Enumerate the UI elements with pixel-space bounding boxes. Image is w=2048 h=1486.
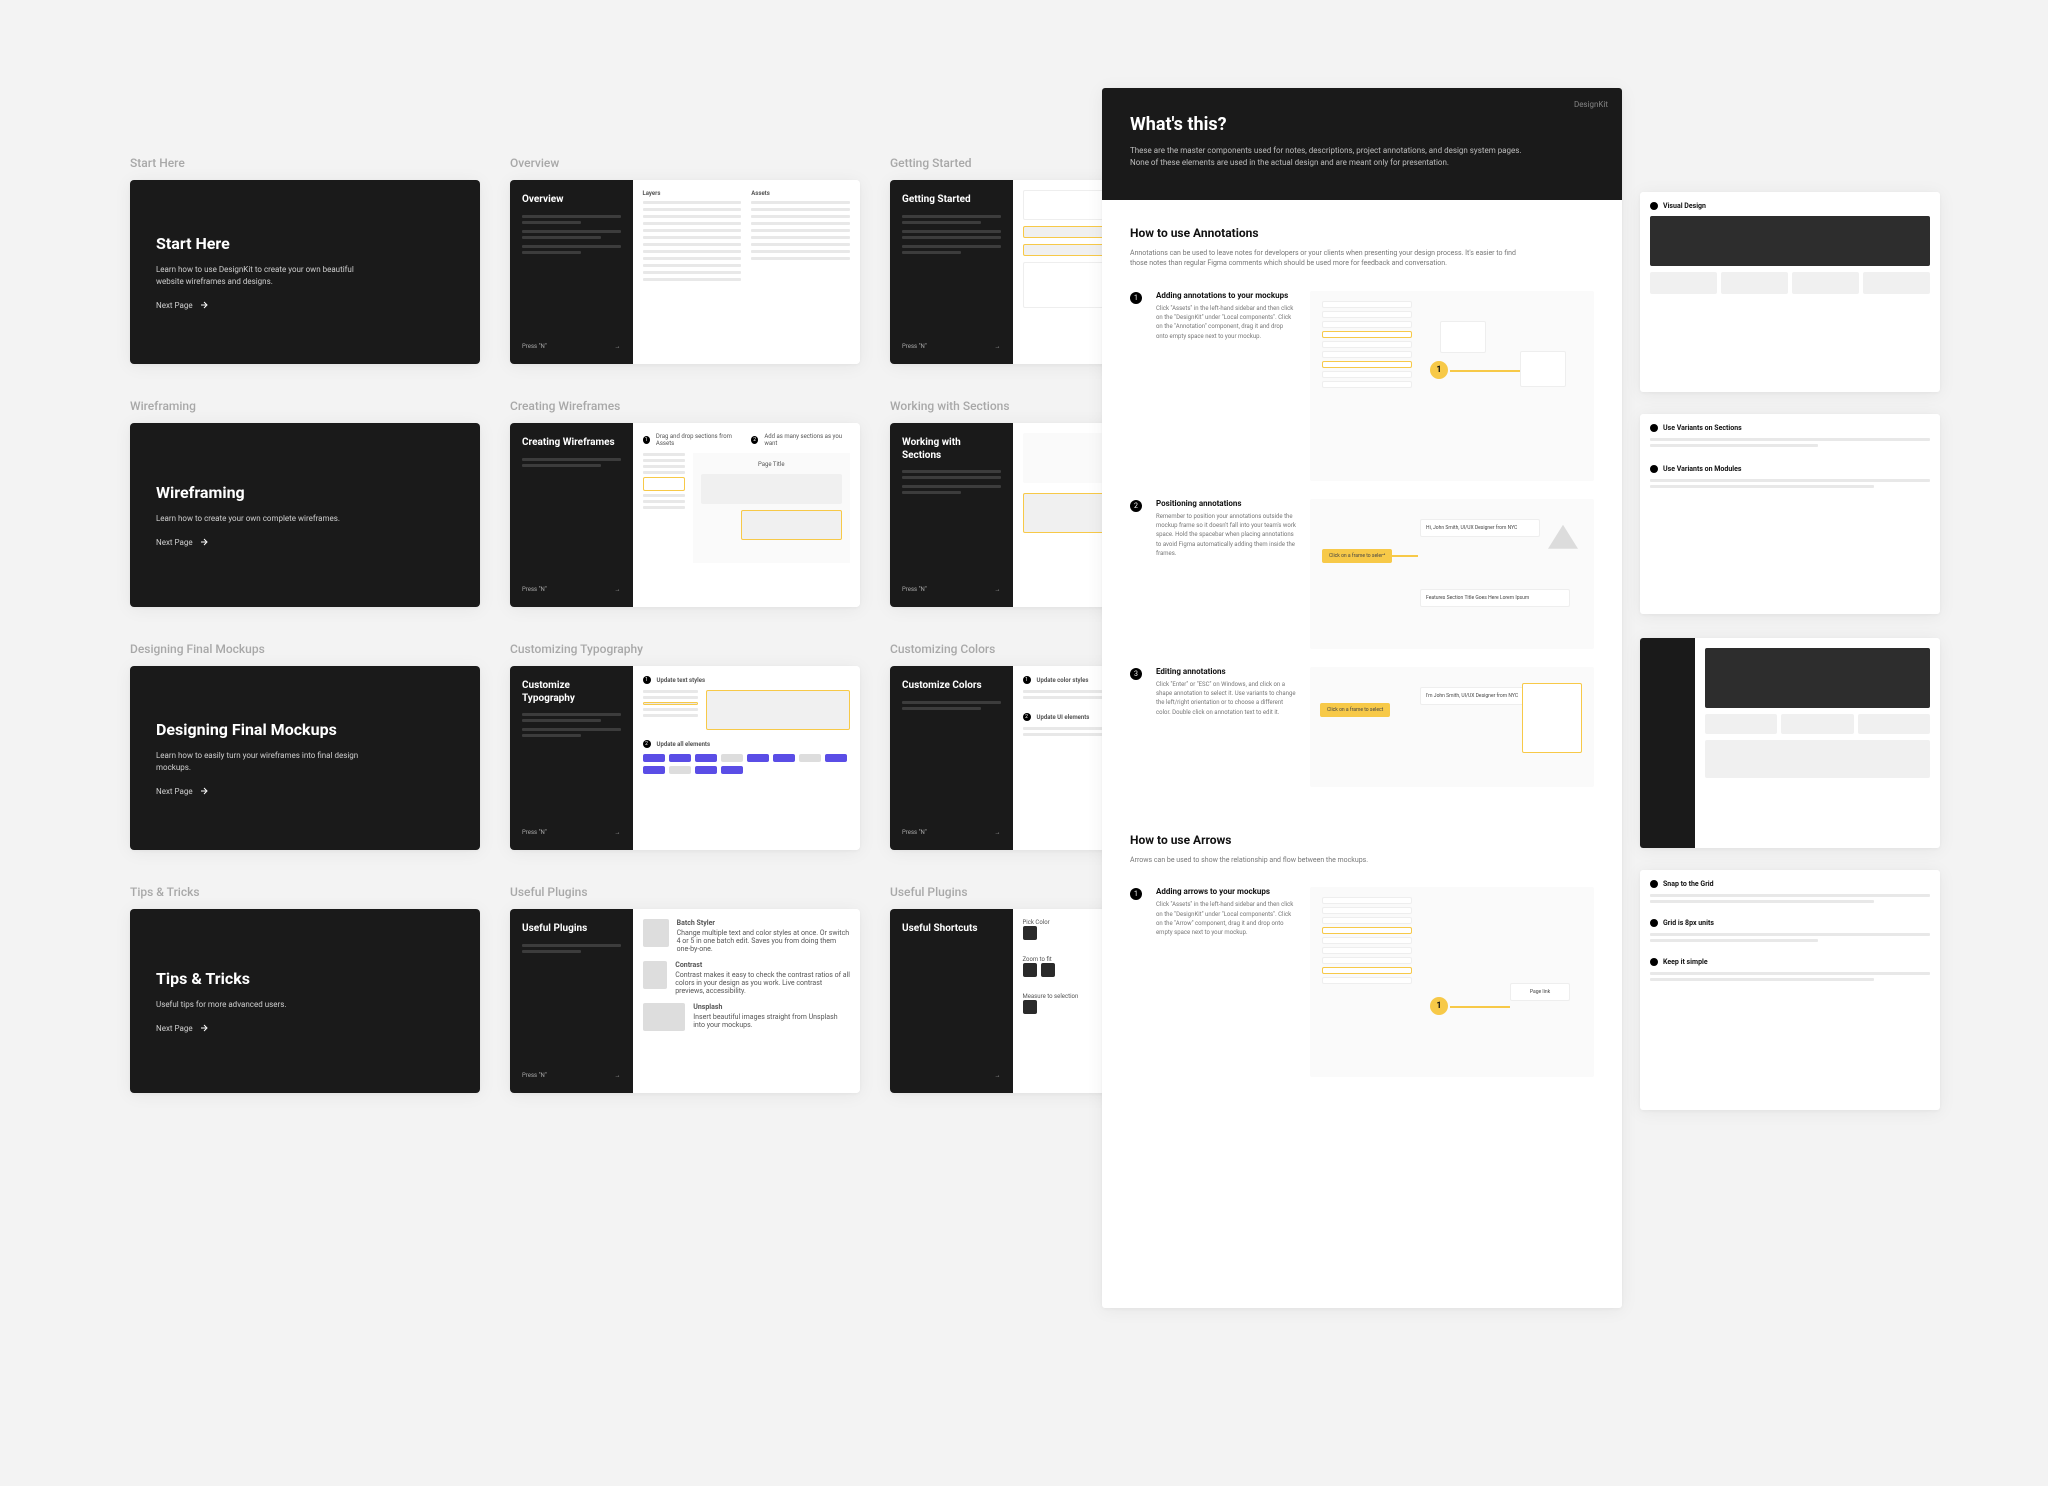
frame-label: Useful Plugins — [510, 885, 860, 899]
arrow-right-icon: → — [995, 343, 1001, 350]
arrow-right-icon: → — [995, 1072, 1001, 1079]
overlay-body: How to use Annotations Annotations can b… — [1102, 200, 1622, 1122]
peek-mockup[interactable] — [1640, 638, 1940, 848]
cell-start-here: Start Here Start Here Learn how to use D… — [130, 156, 480, 364]
panel-title: Getting Started — [902, 194, 1001, 207]
peek-visual-design[interactable]: Visual Design — [1640, 192, 1940, 392]
panel-title: Useful Shortcuts — [902, 923, 1001, 936]
plugins-preview: Batch StylerChange multiple text and col… — [633, 909, 861, 1093]
frame-label: Designing Final Mockups — [130, 642, 480, 656]
frame-label: Customizing Typography — [510, 642, 860, 656]
panel-title: Customize Typography — [522, 680, 621, 705]
step-number-icon: 1 — [1130, 888, 1142, 900]
card-blurb: Useful tips for more advanced users. — [156, 999, 376, 1011]
next-page-link[interactable]: Next Page — [156, 300, 454, 310]
brand-label: DesignKit — [1574, 100, 1608, 109]
peek-grid-tips[interactable]: Snap to the Grid Grid is 8px units Keep … — [1640, 870, 1940, 1110]
peek-variants[interactable]: Use Variants on Sections Use Variants on… — [1640, 414, 1940, 614]
card-overview[interactable]: Overview Press "N"→ Layers Assets — [510, 180, 860, 364]
plugin-thumbnail — [643, 961, 668, 989]
panel-title: Customize Colors — [902, 680, 1001, 693]
arrow-right-icon — [199, 300, 209, 310]
plugin-thumbnail — [643, 919, 669, 947]
card-creating-wireframes[interactable]: Creating Wireframes Press "N"→ 1Drag and… — [510, 423, 860, 607]
cell-designing-final-mockups: Designing Final Mockups Designing Final … — [130, 642, 480, 850]
card-title: Start Here — [156, 234, 454, 254]
creating-wireframes-preview: 1Drag and drop sections from Assets 2Add… — [633, 423, 861, 607]
arrow-right-icon: → — [615, 1072, 621, 1079]
section-sub: Arrows can be used to show the relations… — [1130, 855, 1530, 866]
frame-label: Tips & Tricks — [130, 885, 480, 899]
card-title: Wireframing — [156, 483, 454, 503]
arrow-step-1: 1 Adding arrows to your mockups Click "A… — [1130, 887, 1594, 1077]
arrow-right-icon: → — [995, 829, 1001, 836]
section-heading: How to use Arrows — [1130, 833, 1594, 847]
arrow-right-icon — [199, 1023, 209, 1033]
cell-creating-wireframes: Creating Wireframes Creating Wireframes … — [510, 399, 860, 607]
card-blurb: Learn how to create your own complete wi… — [156, 513, 376, 525]
card-title: Designing Final Mockups — [156, 720, 454, 740]
card-start-here[interactable]: Start Here Learn how to use DesignKit to… — [130, 180, 480, 364]
next-page-link[interactable]: Next Page — [156, 537, 454, 547]
next-page-link[interactable]: Next Page — [156, 786, 454, 796]
thumbnail-grid: Start Here Start Here Learn how to use D… — [130, 156, 1240, 1093]
card-blurb: Learn how to easily turn your wireframes… — [156, 750, 376, 774]
step-figure: 1 Page link — [1310, 887, 1594, 1077]
step-figure: 1 — [1310, 291, 1594, 481]
cell-wireframing: Wireframing Wireframing Learn how to cre… — [130, 399, 480, 607]
step-number-icon: 1 — [1130, 292, 1142, 304]
overview-preview: Layers Assets — [633, 180, 861, 364]
card-blurb: Learn how to use DesignKit to create you… — [156, 264, 376, 288]
card-title: Tips & Tricks — [156, 969, 454, 989]
overlay-header: DesignKit What's this? These are the mas… — [1102, 88, 1622, 200]
arrow-right-icon: → — [615, 343, 621, 350]
cell-customizing-typography: Customizing Typography Customize Typogra… — [510, 642, 860, 850]
card-designing-final-mockups[interactable]: Designing Final Mockups Learn how to eas… — [130, 666, 480, 850]
cell-overview: Overview Overview Press "N"→ Layers Asse… — [510, 156, 860, 364]
cell-useful-plugins: Useful Plugins Useful Plugins Press "N"→… — [510, 885, 860, 1093]
card-tips-tricks[interactable]: Tips & Tricks Useful tips for more advan… — [130, 909, 480, 1093]
frame-label: Overview — [510, 156, 860, 170]
card-useful-plugins[interactable]: Useful Plugins Press "N"→ Batch StylerCh… — [510, 909, 860, 1093]
step-figure: Click on a frame to select I'm John Smit… — [1310, 667, 1594, 787]
step-figure: Click on a frame to select Hi, John Smit… — [1310, 499, 1594, 649]
card-wireframing[interactable]: Wireframing Learn how to create your own… — [130, 423, 480, 607]
section-sub: Annotations can be used to leave notes f… — [1130, 248, 1530, 269]
panel-title: Working with Sections — [902, 437, 1001, 462]
arrow-right-icon: → — [615, 586, 621, 593]
arrow-right-icon: → — [615, 829, 621, 836]
plugin-thumbnail — [643, 1003, 686, 1031]
frame-label: Wireframing — [130, 399, 480, 413]
next-page-link[interactable]: Next Page — [156, 1023, 454, 1033]
section-heading: How to use Annotations — [1130, 226, 1594, 240]
arrow-right-icon — [199, 786, 209, 796]
step-3: 3 Editing annotations Click "Enter" or "… — [1130, 667, 1594, 787]
step-1: 1 Adding annotations to your mockups Cli… — [1130, 291, 1594, 481]
card-customizing-typography[interactable]: Customize Typography Press "N"→ 1Update … — [510, 666, 860, 850]
typography-preview: 1Update text styles 2Update all elements — [633, 666, 861, 850]
overlay-intro: These are the master components used for… — [1130, 145, 1530, 170]
step-2: 2 Positioning annotations Remember to po… — [1130, 499, 1594, 649]
frame-label: Start Here — [130, 156, 480, 170]
figma-canvas[interactable]: Start Here Start Here Learn how to use D… — [0, 0, 2048, 1486]
whats-this-page[interactable]: DesignKit What's this? These are the mas… — [1102, 88, 1622, 1308]
frame-label: Creating Wireframes — [510, 399, 860, 413]
panel-title: Useful Plugins — [522, 923, 621, 936]
step-number-icon: 3 — [1130, 668, 1142, 680]
panel-title: Creating Wireframes — [522, 437, 621, 450]
arrow-right-icon — [199, 537, 209, 547]
cell-tips-tricks: Tips & Tricks Tips & Tricks Useful tips … — [130, 885, 480, 1093]
arrow-right-icon: → — [995, 586, 1001, 593]
panel-title: Overview — [522, 194, 621, 207]
step-number-icon: 2 — [1130, 500, 1142, 512]
overlay-title: What's this? — [1130, 114, 1594, 135]
